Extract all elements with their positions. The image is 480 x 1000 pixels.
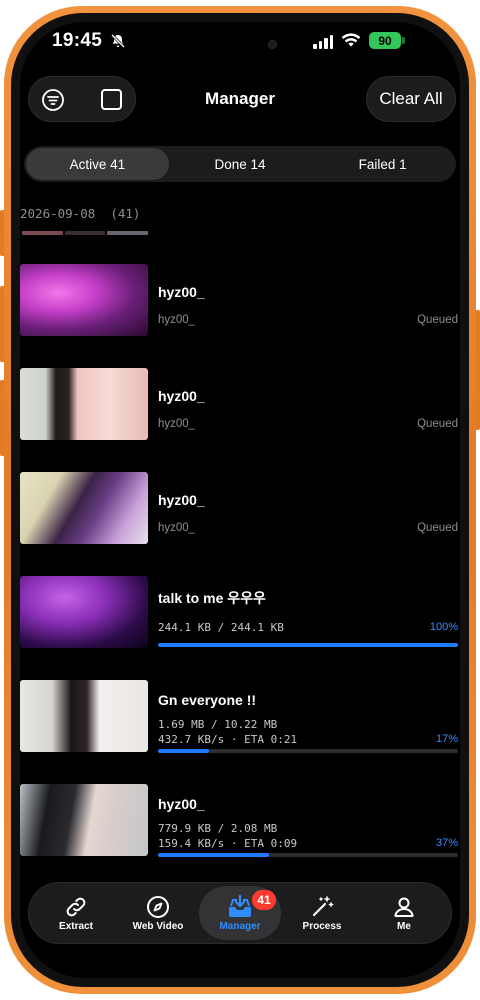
video-thumbnail: [20, 680, 148, 752]
battery-nub: [402, 37, 405, 44]
item-progress-fill: [158, 853, 269, 857]
tab-manager[interactable]: 41 Manager: [199, 886, 281, 940]
list-item[interactable]: hyz00_ hyz00_ Queued: [20, 264, 458, 338]
item-size: 244.1 KB / 244.1 KB: [158, 621, 284, 634]
bell-off-icon: [111, 34, 125, 48]
item-progress-bar: [158, 853, 458, 857]
item-author: hyz00_: [158, 522, 196, 534]
video-thumbnail: [20, 368, 148, 440]
previous-item-peek: [22, 231, 149, 235]
cellular-signal-icon: [313, 35, 333, 49]
battery-icon: 90: [369, 32, 401, 49]
video-thumbnail: [20, 576, 148, 648]
phone-bezel: 19:45 90 Manager Clear All Active 41 Don…: [11, 13, 469, 987]
list-item[interactable]: talk to me 우우우 244.1 KB / 244.1 KB 100%: [20, 576, 458, 650]
date-group-date: 2026-09-08: [20, 206, 96, 221]
clear-all-button[interactable]: Clear All: [366, 76, 456, 122]
item-status: Queued: [417, 314, 458, 326]
video-thumbnail: [20, 784, 148, 856]
tab-me[interactable]: Me: [363, 886, 445, 940]
item-author: hyz00_: [158, 314, 196, 326]
list-item[interactable]: hyz00_ 779.9 KB / 2.08 MB 159.4 KB/s · E…: [20, 784, 458, 858]
item-progress-bar: [158, 749, 458, 753]
date-group-header: 2026-09-08 (41): [20, 206, 140, 221]
link-icon: [66, 897, 86, 917]
manager-count-badge: 41: [252, 890, 276, 910]
video-thumbnail: [20, 264, 148, 336]
person-icon: [394, 897, 414, 917]
item-status: Queued: [417, 522, 458, 534]
item-title: hyz00_: [158, 796, 205, 812]
tab-label: Me: [397, 921, 411, 932]
tab-label: Process: [302, 921, 342, 932]
item-size: 1.69 MB / 10.22 MB: [158, 718, 278, 731]
wifi-icon: [341, 33, 361, 47]
list-item[interactable]: hyz00_ hyz00_ Queued: [20, 368, 458, 442]
item-progress-fill: [158, 749, 209, 753]
item-progress-fill: [158, 643, 458, 647]
item-percent: 37%: [435, 837, 458, 849]
phone-frame: 19:45 90 Manager Clear All Active 41 Don…: [4, 6, 476, 994]
magic-wand-icon: [312, 896, 334, 917]
video-thumbnail: [20, 472, 148, 544]
item-size: 779.9 KB / 2.08 MB: [158, 822, 278, 835]
status-time: 19:45: [52, 30, 103, 51]
item-percent: 100%: [429, 621, 458, 633]
item-title: talk to me 우우우: [158, 590, 266, 606]
status-segmented-control: Active 41 Done 14 Failed 1: [24, 146, 456, 182]
tab-label: Extract: [59, 921, 93, 932]
segment-active[interactable]: Active 41: [26, 148, 169, 180]
download-tray-icon: [229, 895, 251, 917]
item-title: hyz00_: [158, 284, 205, 300]
item-speed-eta: 432.7 KB/s · ETA 0:21: [158, 733, 298, 746]
segment-failed[interactable]: Failed 1: [311, 148, 454, 180]
tab-process[interactable]: Process: [281, 886, 363, 940]
bottom-tab-bar: Extract Web Video 41 Manager Process Me: [28, 882, 452, 944]
list-item[interactable]: hyz00_ hyz00_ Queued: [20, 472, 458, 546]
item-percent: 17%: [435, 733, 458, 745]
tab-label: Manager: [219, 921, 261, 932]
screen: 19:45 90 Manager Clear All Active 41 Don…: [20, 22, 460, 978]
tab-web-video[interactable]: Web Video: [117, 886, 199, 940]
list-item[interactable]: Gn everyone !! 1.69 MB / 10.22 MB 432.7 …: [20, 680, 458, 754]
item-speed-eta: 159.4 KB/s · ETA 0:09: [158, 837, 298, 850]
item-title: Gn everyone !!: [158, 692, 257, 708]
item-status: Queued: [417, 418, 458, 430]
item-title: hyz00_: [158, 492, 205, 508]
item-title: hyz00_: [158, 388, 205, 404]
tab-extract[interactable]: Extract: [35, 886, 117, 940]
compass-icon: [147, 896, 169, 918]
item-author: hyz00_: [158, 418, 196, 430]
segment-done[interactable]: Done 14: [169, 148, 312, 180]
tab-label: Web Video: [132, 921, 184, 932]
date-group-count: (41): [110, 206, 141, 221]
status-bar: 19:45 90: [20, 22, 460, 60]
front-camera: [268, 40, 277, 49]
item-progress-bar: [158, 643, 458, 647]
